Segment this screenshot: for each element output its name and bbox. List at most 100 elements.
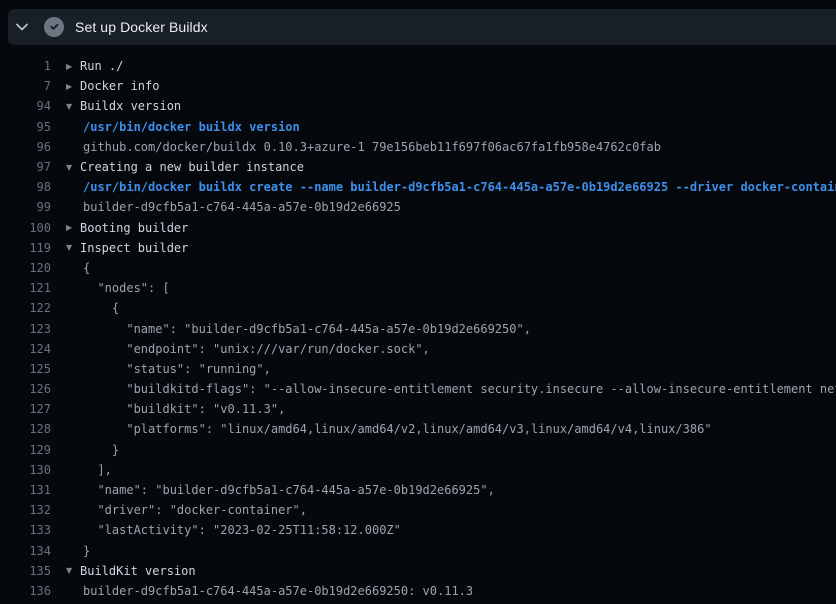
line-number[interactable]: 135 [0,564,51,578]
log-group-title[interactable]: Docker info [80,79,159,93]
log-output-text: "lastActivity": "2023-02-25T11:58:12.000… [83,523,401,537]
log-line: 99 builder-d9cfb5a1-c764-445a-a57e-0b19d2… [0,197,836,217]
triangle-right-icon[interactable]: ▶ [66,62,80,71]
log-output-text: ], [83,463,112,477]
log-line: 124 "endpoint": "unix:///var/run/docker.… [0,339,836,359]
log-line: 125 "status": "running", [0,359,836,379]
log-line: 94 ▼Buildx version [0,96,836,116]
log-line: 134} [0,541,836,561]
check-circle-icon [44,17,64,37]
line-number[interactable]: 132 [0,503,51,517]
log-output-text: "buildkitd-flags": "--allow-insecure-ent… [83,382,836,396]
triangle-down-icon[interactable]: ▼ [66,566,80,575]
triangle-down-icon[interactable]: ▼ [66,102,80,111]
log-line: 95/usr/bin/docker buildx version [0,117,836,137]
line-number[interactable]: 94 [0,99,51,113]
log-line: 1 ▶Run ./ [0,56,836,76]
line-number[interactable]: 1 [0,59,51,73]
line-content: "nodes": [ [66,281,170,295]
line-number[interactable]: 123 [0,322,51,336]
log-line: 128 "platforms": "linux/amd64,linux/amd6… [0,419,836,439]
line-number[interactable]: 7 [0,79,51,93]
line-content: { [66,261,90,275]
line-content: /usr/bin/docker buildx version [66,120,300,134]
line-number[interactable]: 99 [0,200,51,214]
log-line: 100 ▶Booting builder [0,218,836,238]
log-line: 123 "name": "builder-d9cfb5a1-c764-445a-… [0,318,836,338]
line-number[interactable]: 136 [0,584,51,598]
line-number[interactable]: 100 [0,221,51,235]
log-output-text: "status": "running", [83,362,271,376]
line-content: "platforms": "linux/amd64,linux/amd64/v2… [66,422,712,436]
line-content: "name": "builder-d9cfb5a1-c764-445a-a57e… [66,483,495,497]
line-content: ▼BuildKit version [66,564,196,578]
log-line: 131 "name": "builder-d9cfb5a1-c764-445a-… [0,480,836,500]
triangle-right-icon[interactable]: ▶ [66,223,80,232]
line-number[interactable]: 127 [0,402,51,416]
log-line: 132 "driver": "docker-container", [0,500,836,520]
log-group-title[interactable]: Inspect builder [80,241,188,255]
log-output-text: { [83,261,90,275]
line-number[interactable]: 95 [0,120,51,134]
line-number[interactable]: 98 [0,180,51,194]
line-number[interactable]: 128 [0,422,51,436]
log-line: 119 ▼Inspect builder [0,238,836,258]
step-header[interactable]: Set up Docker Buildx [8,9,836,45]
line-content: } [66,443,119,457]
log-line: 133 "lastActivity": "2023-02-25T11:58:12… [0,520,836,540]
line-number[interactable]: 122 [0,301,51,315]
log-group-title[interactable]: Buildx version [80,99,181,113]
line-content: builder-d9cfb5a1-c764-445a-a57e-0b19d2e6… [66,584,473,598]
log-line: 121 "nodes": [ [0,278,836,298]
line-number[interactable]: 133 [0,523,51,537]
triangle-right-icon[interactable]: ▶ [66,82,80,91]
line-number[interactable]: 120 [0,261,51,275]
log-group-title[interactable]: Creating a new builder instance [80,160,304,174]
line-content: } [66,544,90,558]
log-line: 98/usr/bin/docker buildx create --name b… [0,177,836,197]
log-output-text: "name": "builder-d9cfb5a1-c764-445a-a57e… [83,483,495,497]
line-number[interactable]: 96 [0,140,51,154]
log-group-title[interactable]: Run ./ [80,59,123,73]
line-number[interactable]: 129 [0,443,51,457]
line-content: "buildkitd-flags": "--allow-insecure-ent… [66,382,836,396]
line-number[interactable]: 97 [0,160,51,174]
line-content: /usr/bin/docker buildx create --name bui… [66,180,836,194]
log-line: 96 github.com/docker/buildx 0.10.3+azure-… [0,137,836,157]
line-number[interactable]: 126 [0,382,51,396]
line-number[interactable]: 121 [0,281,51,295]
log-output-text: "buildkit": "v0.11.3", [83,402,285,416]
log-output-text: { [83,301,119,315]
triangle-down-icon[interactable]: ▼ [66,163,80,172]
line-content: builder-d9cfb5a1-c764-445a-a57e-0b19d2e6… [66,200,401,214]
log-group-title[interactable]: Booting builder [80,221,188,235]
log-lines: 1▶Run ./7▶Docker info94▼Buildx version95… [0,56,836,601]
line-number[interactable]: 125 [0,362,51,376]
line-content: "driver": "docker-container", [66,503,307,517]
line-content: "name": "builder-d9cfb5a1-c764-445a-a57e… [66,322,531,336]
line-number[interactable]: 124 [0,342,51,356]
log-output-text: github.com/docker/buildx 0.10.3+azure-1 … [83,140,661,154]
line-number[interactable]: 130 [0,463,51,477]
log-output-text: "platforms": "linux/amd64,linux/amd64/v2… [83,422,712,436]
line-content: ▼Inspect builder [66,241,188,255]
triangle-down-icon[interactable]: ▼ [66,243,80,252]
log-output-text: builder-d9cfb5a1-c764-445a-a57e-0b19d2e6… [83,584,473,598]
log-line: 122 { [0,298,836,318]
log-line: 97 ▼Creating a new builder instance [0,157,836,177]
step-title: Set up Docker Buildx [75,19,208,35]
log-group-title[interactable]: BuildKit version [80,564,196,578]
log-command-text: /usr/bin/docker buildx create --name bui… [83,180,836,194]
line-number[interactable]: 119 [0,241,51,255]
line-content: { [66,301,119,315]
log-output-text: } [83,544,90,558]
chevron-down-icon[interactable] [8,9,36,45]
line-content: ▶Run ./ [66,59,123,73]
line-number[interactable]: 134 [0,544,51,558]
log-line: 126 "buildkitd-flags": "--allow-insecure… [0,379,836,399]
log-line: 127 "buildkit": "v0.11.3", [0,399,836,419]
log-line: 135 ▼BuildKit version [0,561,836,581]
line-content: "buildkit": "v0.11.3", [66,402,285,416]
line-number[interactable]: 131 [0,483,51,497]
line-content: ▼Creating a new builder instance [66,160,304,174]
